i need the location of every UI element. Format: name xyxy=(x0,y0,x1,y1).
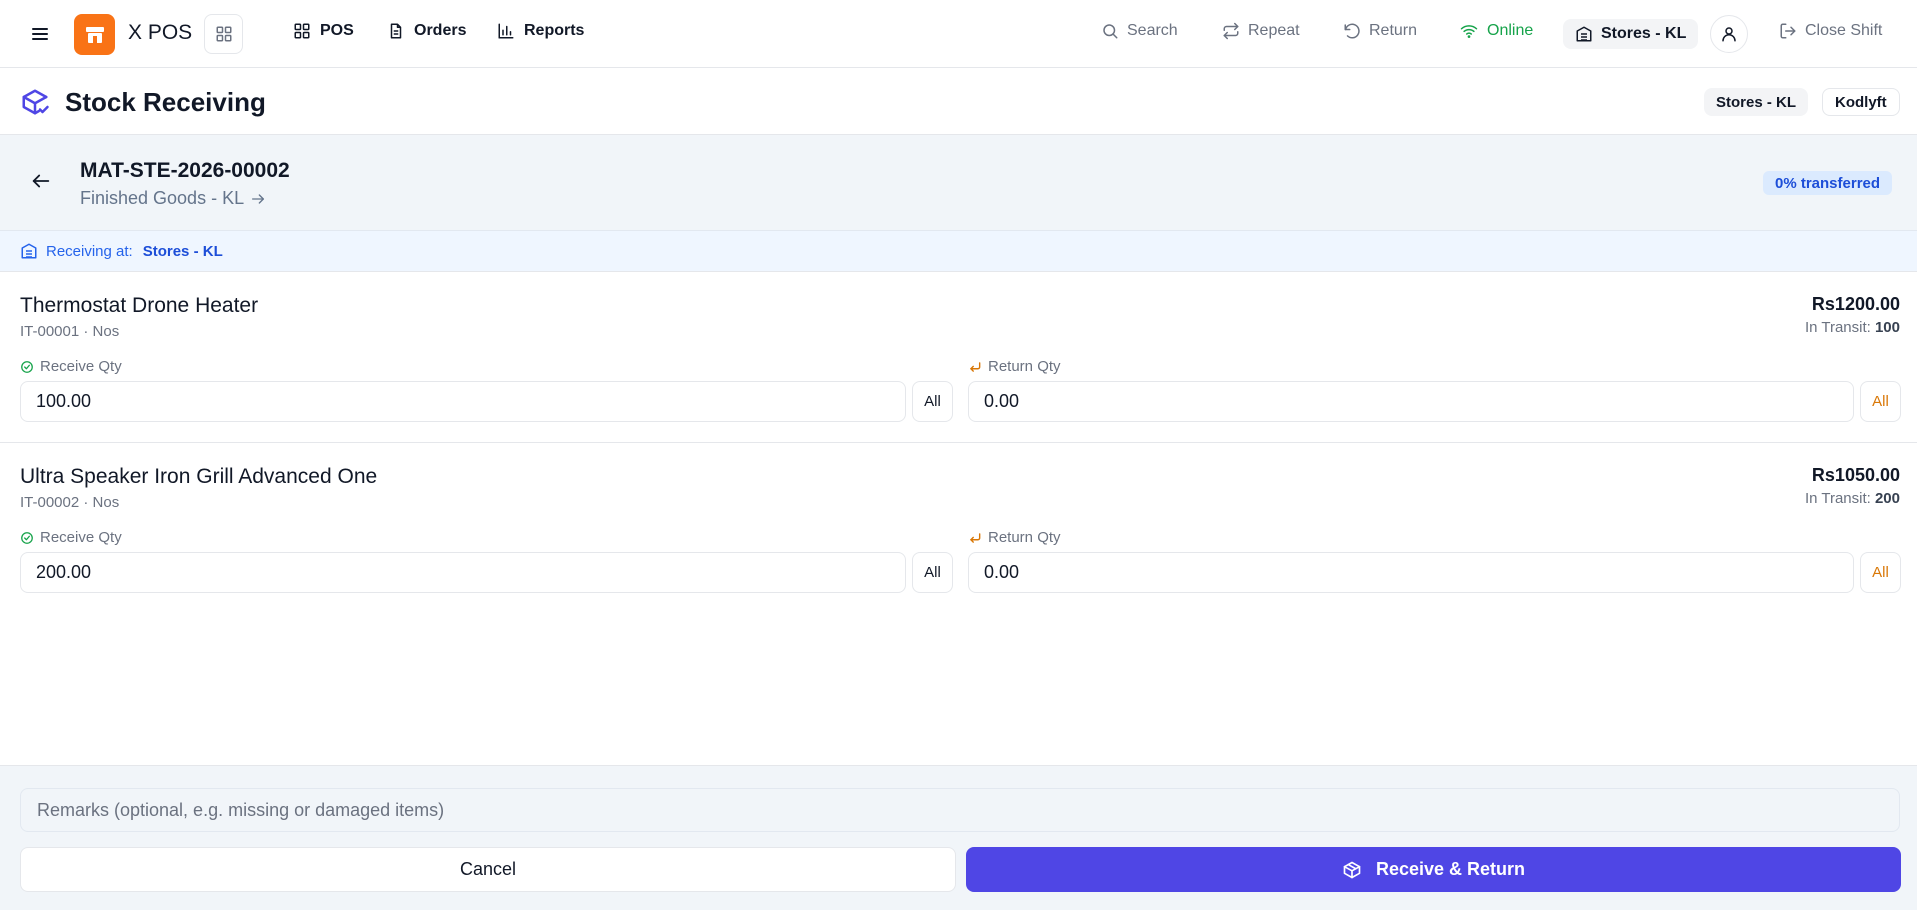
transfer-route: Finished Goods - KL xyxy=(80,188,266,209)
item-price: Rs1050.00 xyxy=(1811,465,1900,485)
user-avatar-button[interactable] xyxy=(1710,15,1748,53)
search-icon xyxy=(1101,22,1119,40)
transfer-header: MAT-STE-2026-00002 Finished Goods - KL 0… xyxy=(0,135,1917,231)
store-selector[interactable]: Stores - KL xyxy=(1563,19,1699,49)
return-button[interactable]: Return xyxy=(1343,22,1417,40)
nav-orders-label: Orders xyxy=(414,22,467,39)
return-qty-label: Return Qty xyxy=(968,529,1061,546)
repeat-label: Repeat xyxy=(1248,22,1300,39)
receive-qty-text: Receive Qty xyxy=(40,529,122,546)
repeat-icon xyxy=(1222,22,1240,40)
in-transit-label: In Transit: xyxy=(1804,490,1871,507)
receive-qty-input[interactable] xyxy=(20,552,906,593)
page-header: Stock Receiving Stores - KL Kodlyft xyxy=(0,68,1917,135)
return-label: Return xyxy=(1369,22,1418,39)
item-code: IT-00001 · Nos xyxy=(20,323,120,340)
in-transit-value: 100 xyxy=(1874,319,1900,336)
nav-pos-label: POS xyxy=(320,22,354,39)
bar-chart-icon xyxy=(497,22,515,40)
return-all-button[interactable]: All xyxy=(1860,552,1901,593)
receiving-location-bar: Receiving at: Stores - KL xyxy=(0,231,1917,272)
app-logo xyxy=(74,14,115,55)
top-bar: X POS POS Orders Reports Search Repeat R… xyxy=(0,0,1917,68)
app-name: X POS xyxy=(128,21,193,44)
building-icon xyxy=(1575,25,1593,43)
grid-icon xyxy=(293,22,311,40)
repeat-button[interactable]: Repeat xyxy=(1222,22,1300,40)
logout-icon xyxy=(1779,22,1797,40)
search-button[interactable]: Search xyxy=(1101,22,1178,40)
item-name: Thermostat Drone Heater xyxy=(20,294,259,317)
online-status: Online xyxy=(1459,22,1533,40)
in-transit-value: 200 xyxy=(1874,490,1900,507)
receive-return-button[interactable]: Receive & Return xyxy=(966,847,1901,892)
wifi-icon xyxy=(1459,22,1479,40)
receive-qty-text: Receive Qty xyxy=(40,358,122,375)
action-footer: Cancel Receive & Return xyxy=(0,765,1917,910)
list-item: Thermostat Drone Heater IT-00001 · Nos R… xyxy=(0,272,1917,443)
document-icon xyxy=(387,22,405,40)
back-arrow-icon[interactable] xyxy=(30,170,52,192)
return-qty-text: Return Qty xyxy=(988,358,1061,375)
package-icon xyxy=(1342,860,1362,880)
search-label: Search xyxy=(1127,22,1178,39)
item-code: IT-00002 · Nos xyxy=(20,494,120,511)
nav-reports[interactable]: Reports xyxy=(497,22,584,40)
store-selector-label: Stores - KL xyxy=(1601,25,1687,42)
list-item: Ultra Speaker Iron Grill Advanced One IT… xyxy=(0,443,1917,614)
item-price: Rs1200.00 xyxy=(1811,294,1900,314)
transfer-progress-badge: 0% transferred xyxy=(1763,171,1893,195)
return-qty-label: Return Qty xyxy=(968,358,1061,375)
arrow-right-icon xyxy=(250,191,266,207)
remarks-input[interactable] xyxy=(20,788,1900,832)
transfer-id: MAT-STE-2026-00002 xyxy=(80,159,290,182)
item-in-transit: In Transit: 100 xyxy=(1805,319,1900,336)
item-in-transit: In Transit: 200 xyxy=(1805,490,1900,507)
page-title: Stock Receiving xyxy=(65,87,266,117)
check-circle-icon xyxy=(20,360,34,374)
user-icon xyxy=(1720,25,1738,43)
return-arrow-icon xyxy=(968,531,982,545)
company-chip: Kodlyft xyxy=(1822,88,1900,116)
apps-grid-button[interactable] xyxy=(204,14,243,54)
return-all-button[interactable]: All xyxy=(1860,381,1901,422)
nav-orders[interactable]: Orders xyxy=(387,22,466,40)
in-transit-label: In Transit: xyxy=(1804,319,1871,336)
package-check-icon xyxy=(20,87,50,117)
source-warehouse: Finished Goods - KL xyxy=(80,188,245,208)
hamburger-menu-icon[interactable] xyxy=(28,22,52,46)
receive-qty-input[interactable] xyxy=(20,381,906,422)
undo-icon xyxy=(1343,22,1361,40)
return-qty-text: Return Qty xyxy=(988,529,1061,546)
close-shift-button[interactable]: Close Shift xyxy=(1779,22,1882,40)
store-chip: Stores - KL xyxy=(1704,88,1809,116)
receive-all-button[interactable]: All xyxy=(912,381,953,422)
check-circle-icon xyxy=(20,531,34,545)
receive-qty-label: Receive Qty xyxy=(20,529,122,546)
receiving-location: Stores - KL xyxy=(142,242,223,260)
receive-qty-label: Receive Qty xyxy=(20,358,122,375)
nav-reports-label: Reports xyxy=(524,22,585,39)
return-arrow-icon xyxy=(968,360,982,374)
cancel-button[interactable]: Cancel xyxy=(20,847,956,892)
receive-all-button[interactable]: All xyxy=(912,552,953,593)
return-qty-input[interactable] xyxy=(968,552,1854,593)
item-name: Ultra Speaker Iron Grill Advanced One xyxy=(20,465,378,488)
warehouse-icon xyxy=(20,242,38,260)
online-label: Online xyxy=(1487,22,1534,39)
nav-pos[interactable]: POS xyxy=(293,22,354,40)
receiving-label: Receiving at: xyxy=(46,242,133,260)
receive-return-label: Receive & Return xyxy=(1375,859,1526,879)
close-shift-label: Close Shift xyxy=(1805,22,1883,39)
return-qty-input[interactable] xyxy=(968,381,1854,422)
